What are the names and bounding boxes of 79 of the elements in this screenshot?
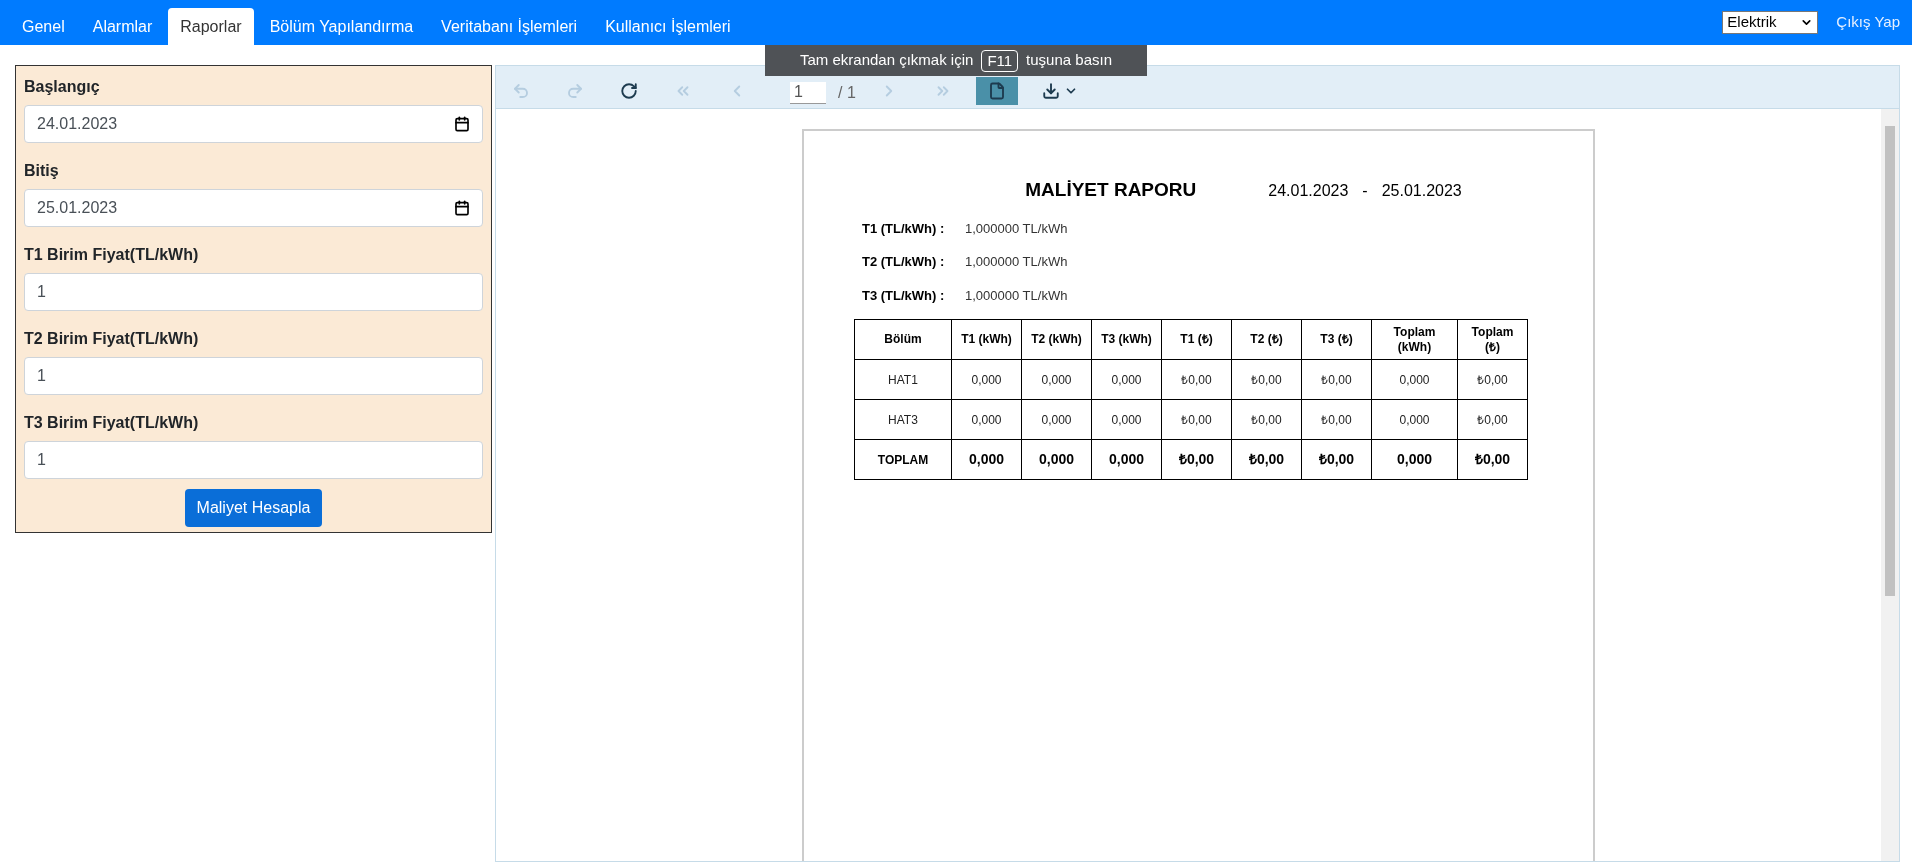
table-cell: ₺0,00	[1161, 359, 1232, 400]
total-cell: 0,000	[1371, 439, 1458, 480]
total-cell: ₺0,00	[1457, 439, 1528, 480]
table-cell: ₺0,00	[1231, 399, 1302, 440]
nav-tab[interactable]: Raporlar	[168, 8, 254, 45]
logout-link[interactable]: Çıkış Yap	[1836, 11, 1900, 34]
calendar-icon	[454, 116, 470, 132]
rate-label: T1 (TL/kWh) :	[862, 219, 946, 238]
download-icon	[1041, 82, 1060, 100]
column-header: T2 (₺)	[1231, 319, 1302, 360]
date-field[interactable]: 25.01.2023	[24, 189, 483, 227]
column-header: T3 (kWh)	[1091, 319, 1162, 360]
table-cell: 0,000	[1021, 399, 1092, 440]
calendar-icon	[454, 200, 470, 216]
table-cell: 0,000	[951, 399, 1022, 440]
table-cell: 0,000	[1091, 399, 1162, 440]
undo-icon	[512, 82, 530, 100]
table-cell: ₺0,00	[1231, 359, 1302, 400]
nav-tab[interactable]: Bölüm Yapılandırma	[257, 8, 426, 45]
rate-label: T3 (TL/kWh) :	[862, 286, 946, 305]
table-cell: 0,000	[1091, 359, 1162, 400]
table-cell: HAT1	[854, 359, 952, 400]
table-cell: ₺0,00	[1457, 399, 1528, 440]
field-label: T1 Birim Fiyat(TL/kWh)	[24, 245, 200, 265]
total-cell: TOPLAM	[854, 439, 952, 480]
meter-select[interactable]: Elektrik	[1722, 11, 1819, 34]
nav-tab[interactable]: Kullanıcı İşlemleri	[593, 8, 743, 45]
number-field[interactable]: 1	[24, 441, 483, 479]
field-label: T3 Birim Fiyat(TL/kWh)	[24, 413, 200, 433]
field-label: Bitiş	[24, 161, 60, 181]
date-separator: -	[1362, 181, 1368, 201]
total-cell: ₺0,00	[1161, 439, 1232, 480]
number-field[interactable]: 1	[24, 273, 483, 311]
table-cell: 0,000	[1021, 359, 1092, 400]
field-label: T2 Birim Fiyat(TL/kWh)	[24, 329, 200, 349]
table-cell: 0,000	[1371, 359, 1458, 400]
page-number-field[interactable]: 1	[790, 82, 826, 104]
table-cell: 0,000	[951, 359, 1022, 400]
total-cell: ₺0,00	[1301, 439, 1372, 480]
number-field[interactable]: 1	[24, 357, 483, 395]
field-label: Başlangıç	[24, 77, 101, 97]
refresh-icon	[620, 82, 638, 100]
end-date: 25.01.2023	[1381, 181, 1462, 201]
nav-tab[interactable]: Veritabanı İşlemleri	[429, 8, 590, 45]
start-date: 24.01.2023	[1268, 181, 1349, 201]
column-header: Toplam (kWh)	[1371, 319, 1458, 360]
document-icon	[987, 82, 1006, 100]
notice-text: tuşuna basın	[1026, 50, 1112, 71]
report-title: MALİYET RAPORU	[1025, 178, 1197, 202]
column-header: T2 (kWh)	[1021, 319, 1092, 360]
table-cell: ₺0,00	[1301, 359, 1372, 400]
total-cell: 0,000	[951, 439, 1022, 480]
calculate-button[interactable]: Maliyet Hesapla	[184, 489, 323, 527]
table-cell: ₺0,00	[1457, 359, 1528, 400]
rate-value: 1,000000 TL/kWh	[965, 219, 1068, 238]
redo-icon	[566, 82, 584, 100]
column-header: T3 (₺)	[1301, 319, 1372, 360]
total-cell: 0,000	[1021, 439, 1092, 480]
date-field[interactable]: 24.01.2023	[24, 105, 483, 143]
rate-value: 1,000000 TL/kWh	[965, 286, 1068, 305]
notice-text: Tam ekrandan çıkmak için	[799, 50, 974, 71]
page-count: / 1	[838, 83, 856, 103]
total-cell: ₺0,00	[1231, 439, 1302, 480]
table-cell: ₺0,00	[1161, 399, 1232, 440]
rate-label: T2 (TL/kWh) :	[862, 253, 946, 271]
table-cell: HAT3	[854, 399, 952, 440]
table-cell: ₺0,00	[1301, 399, 1372, 440]
nav-tab[interactable]: Alarmlar	[80, 8, 165, 45]
nav-tab[interactable]: Genel	[10, 8, 77, 45]
key-label: F11	[981, 49, 1019, 72]
rate-value: 1,000000 TL/kWh	[965, 253, 1068, 271]
document-button[interactable]	[975, 77, 1018, 105]
total-cell: 0,000	[1091, 439, 1162, 480]
column-header: Bölüm	[854, 319, 952, 360]
scrollbar[interactable]	[1881, 109, 1899, 861]
table-cell: 0,000	[1371, 399, 1458, 440]
column-header: T1 (kWh)	[951, 319, 1022, 360]
column-header: T1 (₺)	[1161, 319, 1232, 360]
column-header: Toplam (₺)	[1457, 319, 1528, 360]
